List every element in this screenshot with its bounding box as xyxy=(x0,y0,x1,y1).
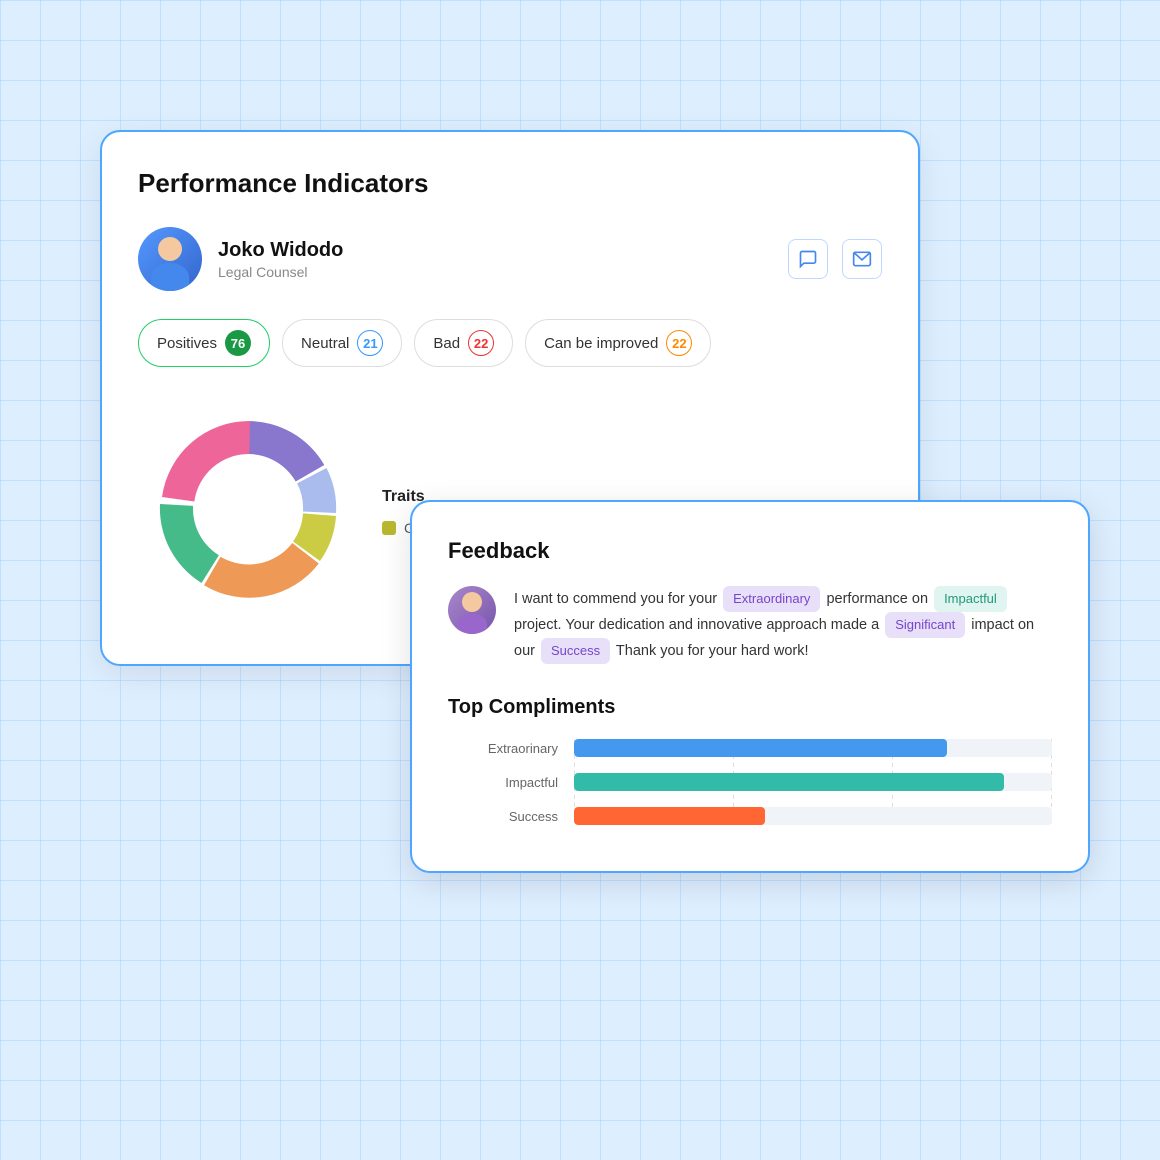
chip-bad-badge: 22 xyxy=(468,330,494,356)
chip-positives-label: Positives xyxy=(157,335,217,352)
avatar-body xyxy=(151,263,189,291)
feedback-avatar xyxy=(448,586,496,634)
bar-label-success: Success xyxy=(448,809,558,824)
bar-row-impactful: Impactful xyxy=(448,773,1052,791)
chat-icon-button[interactable] xyxy=(788,239,828,279)
bar-fill-impactful xyxy=(574,773,1004,791)
bar-track-impactful xyxy=(574,773,1052,791)
profile-row: Joko Widodo Legal Counsel xyxy=(138,227,882,291)
bar-fill-success xyxy=(574,807,765,825)
bar-row-extraordinary: Extraorinary xyxy=(448,739,1052,757)
avatar-figure xyxy=(148,237,192,291)
profile-left: Joko Widodo Legal Counsel xyxy=(138,227,343,291)
chip-can-be-improved[interactable]: Can be improved 22 xyxy=(525,319,711,367)
chip-bad[interactable]: Bad 22 xyxy=(414,319,513,367)
filter-chips: Positives 76 Neutral 21 Bad 22 Can be im… xyxy=(138,319,882,367)
chip-bad-label: Bad xyxy=(433,335,460,352)
chip-neutral-label: Neutral xyxy=(301,335,349,352)
avatar xyxy=(138,227,202,291)
chip-positives[interactable]: Positives 76 xyxy=(138,319,270,367)
legend-dot-communication xyxy=(382,521,396,535)
tag-significant: Significant xyxy=(885,612,965,638)
bar-row-success: Success xyxy=(448,807,1052,825)
chip-improved-badge: 22 xyxy=(666,330,692,356)
tag-success: Success xyxy=(541,638,610,664)
bar-chart: Extraorinary Impactful Success xyxy=(448,739,1052,825)
tag-impactful: Impactful xyxy=(934,586,1007,612)
profile-role: Legal Counsel xyxy=(218,264,343,280)
donut-chart xyxy=(138,399,358,624)
chip-neutral[interactable]: Neutral 21 xyxy=(282,319,402,367)
bar-label-impactful: Impactful xyxy=(448,775,558,790)
chip-positives-badge: 76 xyxy=(225,330,251,356)
feedback-body: I want to commend you for your Extraordi… xyxy=(448,586,1052,664)
donut-svg xyxy=(138,399,358,619)
scene: Performance Indicators Joko Widodo Legal… xyxy=(80,100,1080,1060)
chip-improved-label: Can be improved xyxy=(544,335,658,352)
feedback-avatar-body xyxy=(457,614,487,634)
feedback-avatar-figure xyxy=(456,592,488,634)
bar-track-success xyxy=(574,807,1052,825)
profile-info: Joko Widodo Legal Counsel xyxy=(218,239,343,280)
bar-label-extraordinary: Extraorinary xyxy=(448,741,558,756)
profile-icons xyxy=(788,239,882,279)
chip-neutral-badge: 21 xyxy=(357,330,383,356)
feedback-title: Feedback xyxy=(448,538,1052,564)
performance-title: Performance Indicators xyxy=(138,168,882,199)
feedback-card: Feedback I want to commend you for your … xyxy=(410,500,1090,873)
bar-fill-extraordinary xyxy=(574,739,947,757)
tag-extraordinary: Extraordinary xyxy=(723,586,820,612)
bar-track-extraordinary xyxy=(574,739,1052,757)
mail-icon-button[interactable] xyxy=(842,239,882,279)
compliments-title: Top Compliments xyxy=(448,696,1052,719)
avatar-head xyxy=(158,237,182,261)
profile-name: Joko Widodo xyxy=(218,239,343,262)
feedback-avatar-head xyxy=(462,592,482,612)
feedback-text: I want to commend you for your Extraordi… xyxy=(514,586,1052,664)
